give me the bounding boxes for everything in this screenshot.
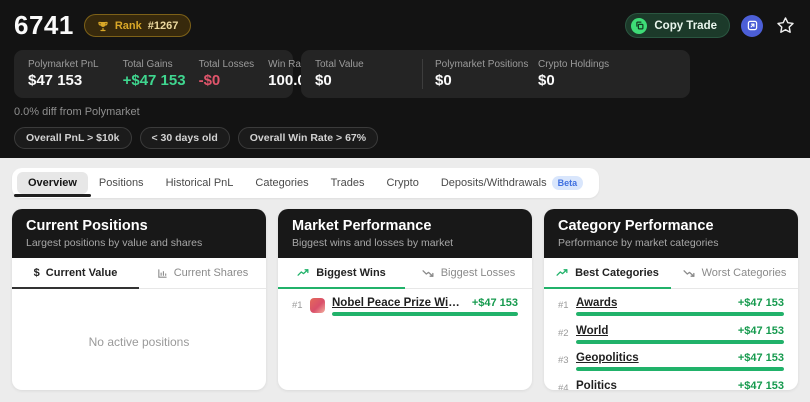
market-pnl-value: +$47 153 — [464, 297, 518, 309]
dollar-icon: $ — [34, 267, 40, 279]
category-link[interactable]: World — [576, 325, 608, 337]
holdings-stats-card: Total Value $0 Polymarket Positions $0 C… — [301, 50, 690, 98]
card-header: Market Performance Biggest wins and loss… — [278, 209, 532, 258]
empty-state-text: No active positions — [89, 335, 190, 349]
tab-trades[interactable]: Trades — [320, 172, 376, 194]
stat-crypto-holdings: Crypto Holdings $0 — [538, 59, 609, 89]
tab-current-shares[interactable]: Current Shares — [139, 258, 266, 289]
performance-bar — [576, 340, 784, 344]
tab-best-categories[interactable]: Best Categories — [544, 258, 671, 289]
rank-badge: Rank #1267 — [84, 14, 192, 37]
tab-worst-categories[interactable]: Worst Categories — [671, 258, 798, 289]
category-link[interactable]: Politics — [576, 380, 617, 391]
category-pnl-value: +$47 153 — [730, 325, 784, 337]
bar-chart-icon — [157, 268, 168, 279]
page-tabbar: Overview Positions Historical PnL Catego… — [12, 168, 599, 198]
current-positions-card: Current Positions Largest positions by v… — [12, 209, 266, 390]
market-thumbnail — [310, 298, 325, 313]
category-pnl-value: +$47 153 — [730, 380, 784, 391]
badge-overall-pnl: Overall PnL > $10k — [14, 127, 132, 149]
category-link[interactable]: Awards — [576, 297, 617, 309]
divider — [422, 59, 423, 89]
card-title: Current Positions — [26, 218, 252, 234]
tab-deposits-withdrawals[interactable]: Deposits/Withdrawals Beta — [430, 171, 594, 195]
category-row: #2 World +$47 153 — [556, 323, 786, 351]
tab-biggest-wins[interactable]: Biggest Wins — [278, 258, 405, 289]
trend-up-icon — [556, 268, 569, 277]
rank-value: #1267 — [148, 20, 179, 32]
beta-badge: Beta — [552, 176, 584, 190]
main-section: Overview Positions Historical PnL Catego… — [0, 158, 810, 390]
tab-biggest-losses[interactable]: Biggest Losses — [405, 258, 532, 289]
copy-trade-button[interactable]: Copy Trade — [625, 13, 730, 38]
favorite-button[interactable] — [774, 15, 796, 37]
badge-account-age: < 30 days old — [140, 127, 230, 149]
tab-categories[interactable]: Categories — [244, 172, 319, 194]
stat-total-losses: Total Losses -$0 — [199, 59, 255, 89]
rank-label: Rank — [115, 20, 142, 32]
copy-icon — [631, 18, 647, 34]
category-row: #4 Politics +$47 153 — [556, 378, 786, 391]
share-button[interactable] — [741, 15, 763, 37]
tab-overview[interactable]: Overview — [17, 172, 88, 194]
card-subtitle: Largest positions by value and shares — [26, 237, 252, 249]
star-icon — [776, 16, 795, 35]
card-subtitle: Performance by market categories — [558, 237, 784, 249]
performance-bar — [332, 312, 518, 316]
profile-title: 6741 — [14, 10, 74, 41]
category-pnl-value: +$47 153 — [730, 352, 784, 364]
share-icon — [747, 20, 758, 31]
market-performance-card: Market Performance Biggest wins and loss… — [278, 209, 532, 390]
polymarket-stats-card: Polymarket PnL $47 153 Total Gains +$47 … — [14, 50, 293, 98]
tab-crypto[interactable]: Crypto — [375, 172, 429, 194]
stat-total-gains: Total Gains +$47 153 — [123, 59, 186, 89]
card-subtitle: Biggest wins and losses by market — [292, 237, 518, 249]
tab-positions[interactable]: Positions — [88, 172, 155, 194]
profile-header-section: 6741 Rank #1267 Copy Trade — [0, 0, 810, 158]
badge-win-rate: Overall Win Rate > 67% — [238, 127, 378, 149]
stat-polymarket-positions: Polymarket Positions $0 — [435, 59, 538, 89]
rank-label: #1 — [558, 297, 576, 323]
card-title: Category Performance — [558, 218, 784, 234]
card-title: Market Performance — [292, 218, 518, 234]
category-row: #1 Awards +$47 153 — [556, 295, 786, 323]
stat-total-value: Total Value $0 — [315, 59, 410, 89]
category-link[interactable]: Geopolitics — [576, 352, 639, 364]
trend-up-icon — [297, 268, 310, 277]
market-row: #1 Nobel Peace Prize Winner 2025 +$47 15… — [290, 295, 520, 323]
tab-historical-pnl[interactable]: Historical PnL — [155, 172, 245, 194]
category-performance-card: Category Performance Performance by mark… — [544, 209, 798, 390]
performance-bar — [576, 312, 784, 316]
trophy-icon — [97, 20, 109, 32]
stat-polymarket-pnl: Polymarket PnL $47 153 — [28, 59, 99, 89]
market-link[interactable]: Nobel Peace Prize Winner 2025 — [332, 297, 464, 309]
card-header: Current Positions Largest positions by v… — [12, 209, 266, 258]
rank-label: #4 — [558, 380, 576, 391]
rank-label: #1 — [292, 297, 310, 323]
trend-down-icon — [422, 269, 435, 278]
rank-label: #2 — [558, 325, 576, 351]
trend-down-icon — [683, 269, 696, 278]
diff-note: 0.0% diff from Polymarket — [14, 106, 796, 118]
rank-label: #3 — [558, 352, 576, 378]
category-pnl-value: +$47 153 — [730, 297, 784, 309]
category-row: #3 Geopolitics +$47 153 — [556, 350, 786, 378]
tab-current-value[interactable]: $ Current Value — [12, 258, 139, 289]
card-header: Category Performance Performance by mark… — [544, 209, 798, 258]
performance-bar — [576, 367, 784, 371]
